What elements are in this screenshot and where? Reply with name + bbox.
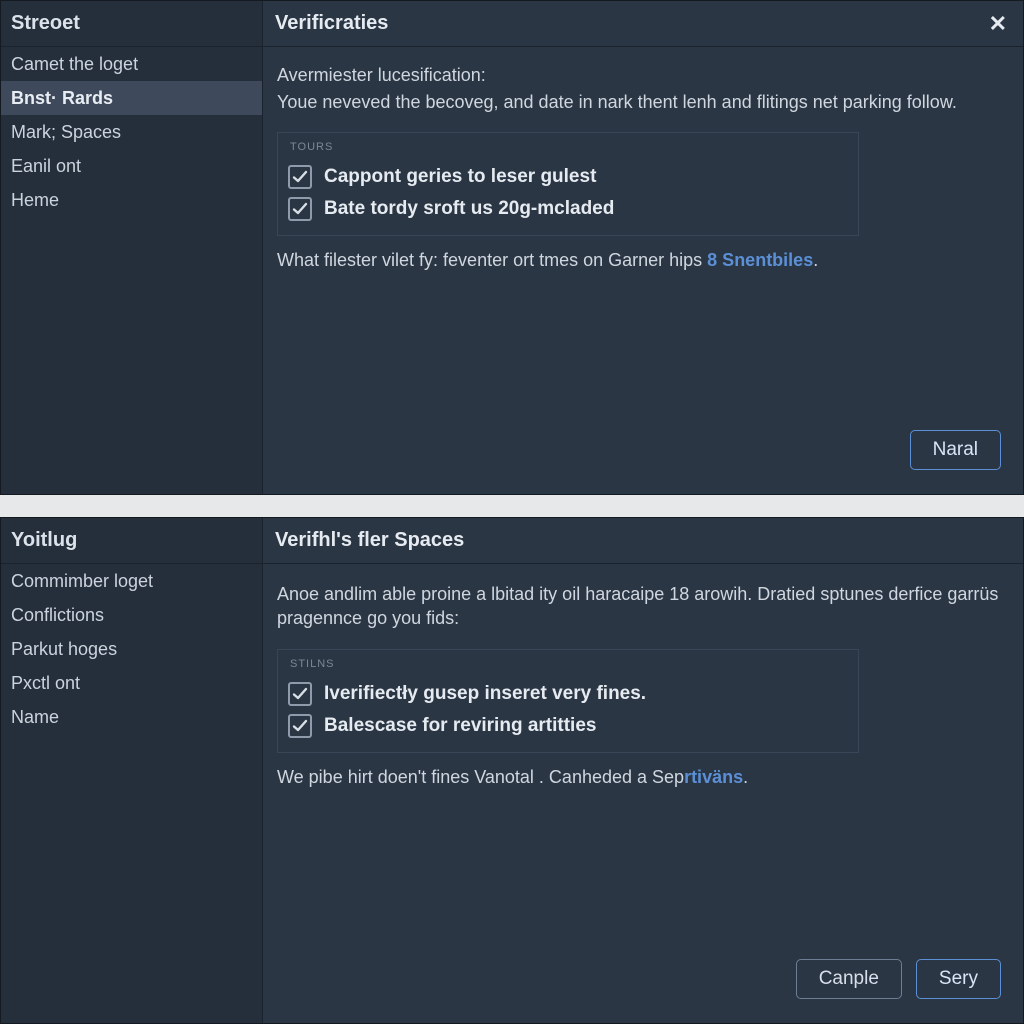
checkbox-iverifiectly[interactable] (288, 682, 312, 706)
intro-heading: Avermiester lucesification: (277, 65, 1009, 86)
sidebar-item-name[interactable]: Name (1, 700, 262, 734)
checkbox-cappont[interactable] (288, 165, 312, 189)
checkbox-balescase[interactable] (288, 714, 312, 738)
sidebar-item-pxctl[interactable]: Pxctl ont (1, 666, 262, 700)
top-panel: Streoet Camet the loget Bnst· Rards Mark… (0, 0, 1024, 495)
sidebar-item-mark-spaces[interactable]: Mark; Spaces (1, 115, 262, 149)
main-top: Verificraties ✕ Avermiester lucesificati… (263, 1, 1023, 494)
sidebar-item-bnst-rards[interactable]: Bnst· Rards (1, 81, 262, 115)
sidebar-item-commimber[interactable]: Commimber loget (1, 564, 262, 598)
checkmark-icon (292, 169, 308, 185)
main-body: Avermiester lucesification: Youe neveved… (263, 47, 1023, 494)
hint-link[interactable]: 8 Snentbiles (707, 250, 813, 270)
bottom-panel: Yoitlug Commimber loget Conflictions Par… (0, 517, 1024, 1024)
intro-body: Anoe andlim able proine a lbitad ity oil… (277, 582, 1009, 631)
options-group: Stilns Iverifiectły gusep inseret very f… (277, 649, 859, 753)
option-label: Iverifiectły gusep inseret very fines. (324, 683, 646, 705)
sidebar-bottom: Yoitlug Commimber loget Conflictions Par… (1, 518, 263, 1023)
cancel-button[interactable]: Canple (796, 959, 902, 999)
sidebar-item-eanil-ont[interactable]: Eanil ont (1, 149, 262, 183)
panel-divider (0, 495, 1024, 517)
sidebar-item-camet[interactable]: Camet the loget (1, 47, 262, 81)
sidebar-item-label: Camet the loget (11, 54, 138, 75)
sidebar-item-label: Parkut hoges (11, 639, 117, 660)
hint-suffix: . (813, 250, 818, 270)
footer-actions: Naral (277, 420, 1009, 484)
option-row: Cappont geries to leser gulest (288, 161, 848, 193)
main-body: Anoe andlim able proine a lbitad ity oil… (263, 564, 1023, 1023)
hint-prefix: We pibe hirt doen't fines Vanotal . Canh… (277, 767, 684, 787)
option-label: Cappont geries to leser gulest (324, 166, 596, 188)
sidebar-item-label: Heme (11, 190, 59, 211)
checkmark-icon (292, 686, 308, 702)
options-caption: Tours (288, 141, 848, 153)
footer-actions: Canple Sery (277, 949, 1009, 1013)
naral-button[interactable]: Naral (910, 430, 1001, 470)
option-row: Balescase for reviring artitties (288, 710, 848, 742)
sidebar-item-heme[interactable]: Heme (1, 183, 262, 217)
hint-suffix: . (743, 767, 748, 787)
sidebar-title: Streoet (1, 1, 262, 47)
close-icon[interactable]: ✕ (985, 9, 1011, 39)
option-label: Bate tordy sroft us 20g-mcladed (324, 198, 614, 220)
option-row: Bate tordy sroft us 20g-mcladed (288, 193, 848, 225)
sidebar-item-label: Pxctl ont (11, 673, 80, 694)
main-header: Verifhl's fler Spaces (263, 518, 1023, 564)
sidebar-title: Yoitlug (1, 518, 262, 564)
hint-text: What filester vilet fy: feventer ort tme… (277, 250, 1009, 271)
hint-link[interactable]: rtiväns (684, 767, 743, 787)
options-caption: Stilns (288, 658, 848, 670)
page-title: Verificraties (275, 12, 388, 35)
sidebar-item-label: Eanil ont (11, 156, 81, 177)
checkmark-icon (292, 201, 308, 217)
intro-body: Youe neveved the becoveg, and date in na… (277, 90, 1009, 114)
sidebar-item-parkut[interactable]: Parkut hoges (1, 632, 262, 666)
hint-text: We pibe hirt doen't fines Vanotal . Canh… (277, 767, 1009, 788)
sery-button[interactable]: Sery (916, 959, 1001, 999)
sidebar-item-label: Conflictions (11, 605, 104, 626)
sidebar-item-conflictions[interactable]: Conflictions (1, 598, 262, 632)
main-header: Verificraties ✕ (263, 1, 1023, 47)
sidebar-item-label: Name (11, 707, 59, 728)
option-row: Iverifiectły gusep inseret very fines. (288, 678, 848, 710)
sidebar-item-label: Bnst· Rards (11, 88, 113, 109)
hint-prefix: What filester vilet fy: feventer ort tme… (277, 250, 707, 270)
sidebar-item-label: Commimber loget (11, 571, 153, 592)
page-title: Verifhl's fler Spaces (275, 529, 464, 552)
sidebar-top: Streoet Camet the loget Bnst· Rards Mark… (1, 1, 263, 494)
checkbox-bate[interactable] (288, 197, 312, 221)
options-group: Tours Cappont geries to leser gulest Bat… (277, 132, 859, 236)
main-bottom: Verifhl's fler Spaces Anoe andlim able p… (263, 518, 1023, 1023)
checkmark-icon (292, 718, 308, 734)
option-label: Balescase for reviring artitties (324, 715, 596, 737)
sidebar-item-label: Mark; Spaces (11, 122, 121, 143)
